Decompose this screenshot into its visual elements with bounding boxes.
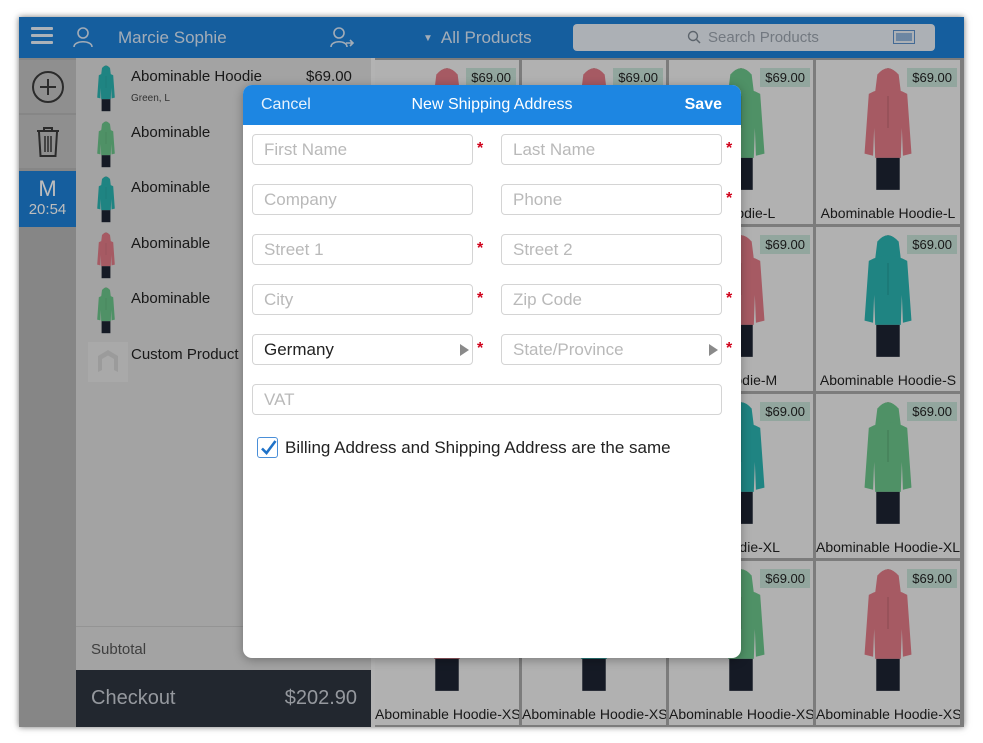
street2-field[interactable] [501, 234, 722, 265]
required-mark: * [726, 140, 733, 157]
first-name-field[interactable] [252, 134, 473, 165]
new-shipping-address-dialog: New Shipping Address Cancel Save * * * *… [243, 85, 741, 658]
last-name-field[interactable] [501, 134, 722, 165]
state-province-select[interactable]: State/Province [501, 334, 722, 365]
phone-field[interactable] [501, 184, 722, 215]
select-arrow-icon [709, 344, 718, 356]
required-mark: * [726, 290, 733, 307]
country-select[interactable]: Germany [252, 334, 473, 365]
cancel-button[interactable]: Cancel [261, 96, 311, 114]
vat-field[interactable] [252, 384, 722, 415]
dialog-title: New Shipping Address [411, 96, 573, 113]
zip-code-field[interactable] [501, 284, 722, 315]
save-button[interactable]: Save [685, 96, 722, 114]
modal-overlay: New Shipping Address Cancel Save * * * *… [19, 17, 964, 727]
required-mark: * [726, 340, 733, 357]
company-field[interactable] [252, 184, 473, 215]
required-mark: * [726, 190, 733, 207]
checkmark-icon [261, 440, 277, 455]
required-mark: * [477, 290, 484, 307]
required-mark: * [477, 240, 484, 257]
required-mark: * [477, 340, 484, 357]
dialog-header: New Shipping Address Cancel Save [243, 85, 741, 125]
screenshot-frame: Marcie Sophie ▼ All Products Search Produ… [0, 0, 983, 743]
same-address-label: Billing Address and Shipping Address are… [285, 438, 671, 457]
state-placeholder: State/Province [513, 340, 624, 359]
select-arrow-icon [460, 344, 469, 356]
required-mark: * [477, 140, 484, 157]
same-address-checkbox[interactable] [257, 437, 278, 458]
pos-app-screen: Marcie Sophie ▼ All Products Search Produ… [19, 17, 964, 727]
street1-field[interactable] [252, 234, 473, 265]
country-value: Germany [264, 340, 334, 359]
city-field[interactable] [252, 284, 473, 315]
